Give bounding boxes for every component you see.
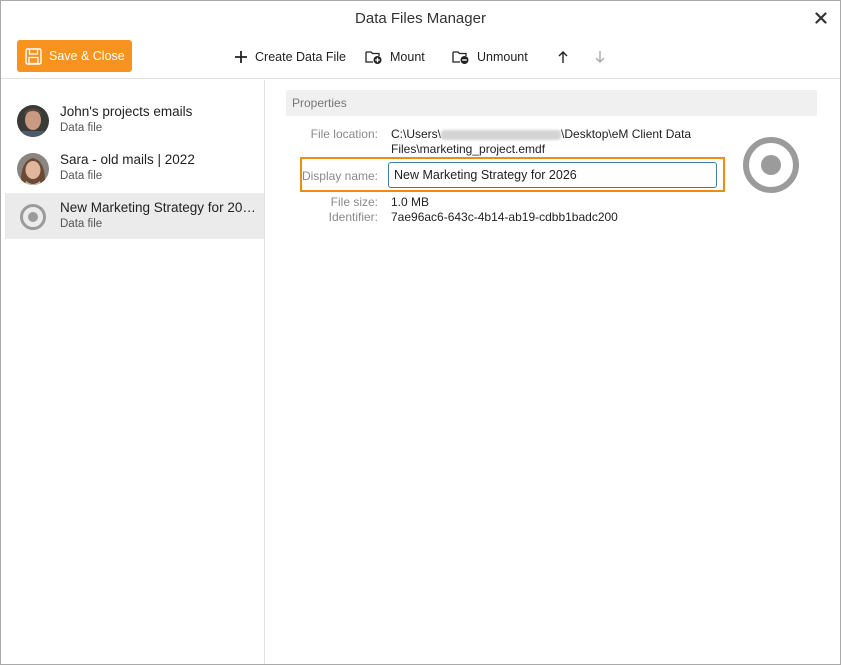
save-icon — [25, 47, 42, 65]
target-icon — [17, 201, 49, 233]
redacted-username — [441, 129, 562, 140]
list-item-name: Sara - old mails | 2022 — [60, 152, 195, 167]
close-button[interactable] — [810, 7, 832, 29]
file-location-prefix: C:\Users\ — [391, 127, 442, 141]
mount-folder-icon — [365, 51, 382, 64]
unmount-label: Unmount — [477, 50, 528, 64]
list-item[interactable]: Sara - old mails | 2022 Data file — [5, 145, 264, 191]
list-item-type: Data file — [60, 122, 103, 134]
save-and-close-label: Save & Close — [49, 49, 125, 63]
file-location-suffix: \Desktop\eM Client Data — [561, 127, 692, 141]
avatar — [17, 153, 49, 185]
title-bar: Data Files Manager — [1, 1, 840, 37]
create-data-file-button[interactable]: Create Data File — [234, 46, 346, 68]
file-location-value: C:\Users\ \Desktop\eM Client Data — [391, 127, 691, 141]
file-location-label: File location: — [310, 127, 378, 141]
plus-icon — [235, 51, 247, 63]
file-size-label: File size: — [330, 195, 378, 209]
list-item-name: John's projects emails — [60, 104, 193, 119]
properties-pane: Properties File location: C:\Users\ \Desk… — [266, 80, 840, 664]
unmount-button[interactable]: Unmount — [452, 46, 528, 68]
window-title: Data Files Manager — [355, 10, 486, 27]
data-files-manager-window: Data Files Manager Save & Close Create D… — [0, 0, 841, 665]
mount-label: Mount — [390, 50, 425, 64]
create-data-file-label: Create Data File — [255, 50, 347, 64]
list-item-name: New Marketing Strategy for 2026 — [60, 200, 256, 215]
list-item-type: Data file — [60, 170, 103, 182]
identifier-label: Identifier: — [328, 210, 378, 224]
mount-button[interactable]: Mount — [365, 46, 425, 68]
toolbar: Save & Close Create Data File Mount Unmo… — [1, 37, 840, 79]
identifier-value: 7ae96ac6-643c-4b14-ab19-cdbb1badc200 — [391, 210, 618, 224]
arrow-down-icon — [595, 51, 605, 63]
list-item-type: Data file — [60, 218, 103, 230]
avatar — [17, 105, 49, 137]
data-files-list: John's projects emails Data file Sara - … — [1, 80, 265, 664]
data-file-target-icon — [741, 135, 801, 195]
list-item[interactable]: John's projects emails Data file — [5, 97, 264, 143]
properties-header: Properties — [286, 90, 817, 116]
arrow-up-icon — [558, 51, 568, 63]
move-up-button[interactable] — [557, 46, 569, 68]
unmount-folder-icon — [452, 51, 469, 64]
list-item-selected[interactable]: New Marketing Strategy for 2026 Data fil… — [5, 193, 264, 239]
save-and-close-button[interactable]: Save & Close — [17, 40, 132, 72]
move-down-button[interactable] — [594, 46, 606, 68]
file-size-value: 1.0 MB — [391, 195, 430, 209]
file-location-value-line2: Files\marketing_project.emdf — [391, 142, 546, 156]
display-name-label: Display name: — [301, 169, 378, 183]
display-name-input[interactable] — [388, 162, 717, 188]
close-icon — [815, 12, 827, 24]
